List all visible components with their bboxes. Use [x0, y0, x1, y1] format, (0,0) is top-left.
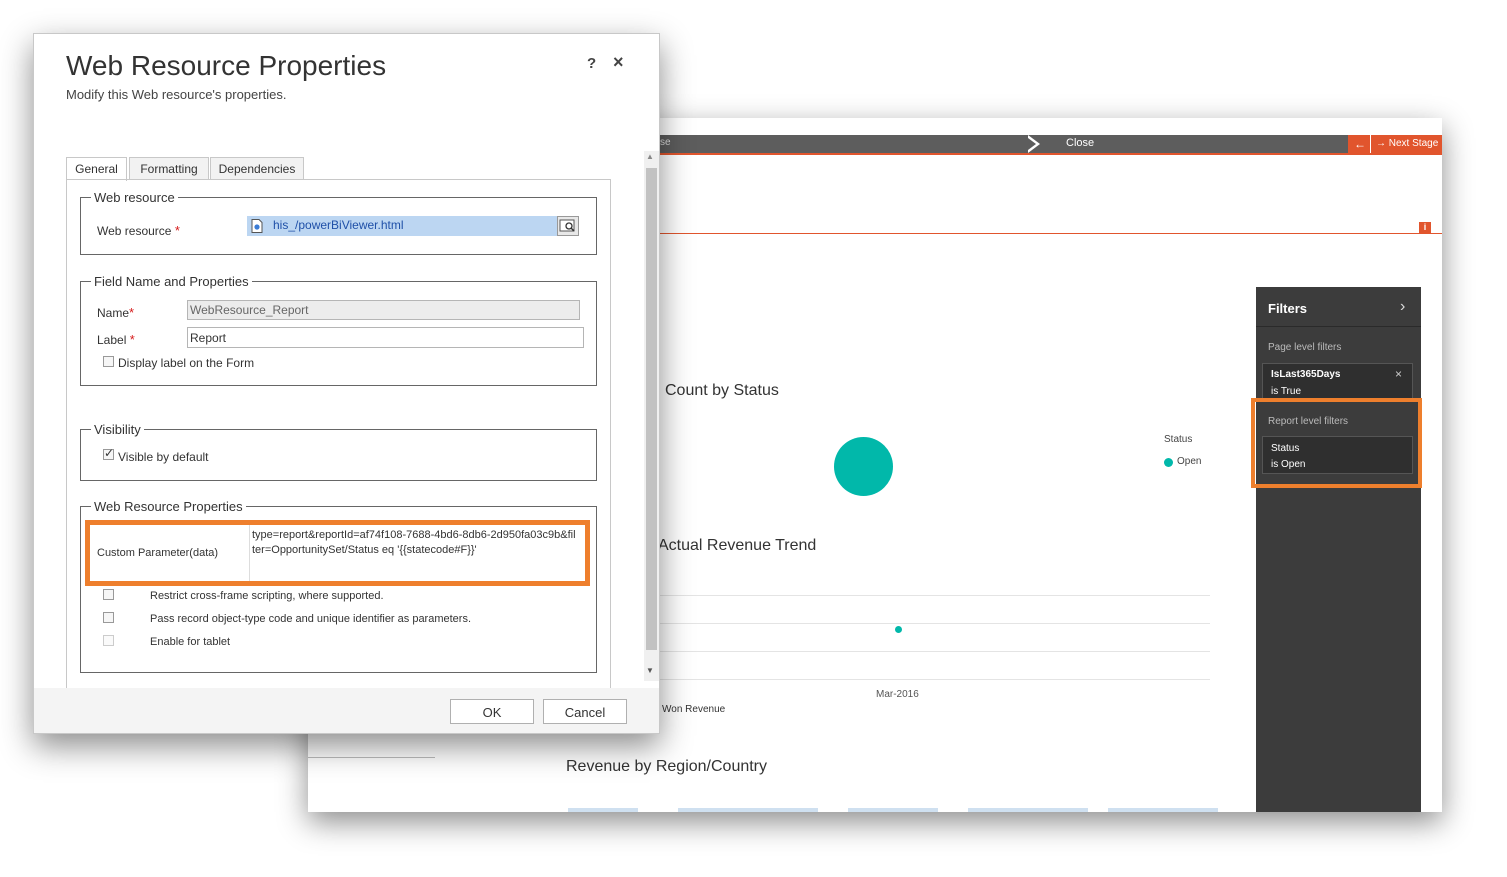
section-legend: Web resource — [91, 190, 178, 205]
dialog-subtitle: Modify this Web resource's properties. — [66, 87, 287, 102]
trend-data-point[interactable] — [895, 626, 902, 633]
field-divider — [249, 525, 250, 581]
map-fragment — [848, 808, 938, 812]
filters-pane: Filters › Page level filters IsLast365Da… — [1256, 287, 1421, 812]
tab-general[interactable]: General — [66, 157, 127, 181]
scrollbar-thumb[interactable] — [646, 168, 657, 650]
legend-item-open: Open — [1177, 456, 1202, 467]
web-resource-value-link[interactable]: his_/powerBiViewer.html — [273, 218, 404, 232]
left-divider — [308, 757, 435, 758]
help-icon[interactable]: ? — [587, 55, 596, 72]
required-marker: * — [129, 305, 135, 320]
section-legend: Web Resource Properties — [91, 499, 246, 514]
scroll-up-icon[interactable]: ▲ — [646, 152, 654, 161]
visible-by-default-text: Visible by default — [118, 450, 209, 464]
section-divider — [658, 233, 1442, 234]
lookup-search-icon[interactable] — [557, 216, 579, 236]
tab-formatting[interactable]: Formatting — [129, 157, 209, 179]
report-filters-highlight — [1251, 398, 1422, 488]
display-label-checkbox[interactable] — [103, 356, 114, 367]
section-legend: Visibility — [91, 422, 144, 437]
stage-chevron-inner-icon — [1024, 135, 1036, 153]
chart-gridline — [660, 595, 1210, 596]
next-stage-button[interactable]: → Next Stage — [1376, 138, 1438, 149]
label-field[interactable] — [187, 327, 584, 348]
pass-record-params-checkbox[interactable] — [103, 612, 114, 623]
pass-record-params-text: Pass record object-type code and unique … — [150, 613, 472, 625]
web-resource-label: Web resource * — [97, 223, 180, 238]
stage-previous-label: se — [660, 137, 671, 148]
section-legend: Field Name and Properties — [91, 274, 252, 289]
chart-title-actual-revenue-trend: Actual Revenue Trend — [658, 537, 817, 554]
filter-card-islast365days[interactable]: IsLast365Days is True × — [1262, 363, 1413, 401]
tab-dependencies[interactable]: Dependencies — [210, 157, 304, 179]
custom-parameter-label: Custom Parameter(data) — [97, 547, 219, 559]
chart-gridline — [660, 679, 1210, 680]
filter-card-title: IsLast365Days — [1271, 369, 1341, 380]
restrict-cross-frame-checkbox[interactable] — [103, 589, 114, 600]
label-label: Label * — [97, 332, 135, 347]
map-fragment — [1108, 808, 1218, 812]
map-fragment — [678, 808, 818, 812]
previous-stage-button[interactable]: ← — [1354, 137, 1366, 151]
required-marker: * — [174, 223, 180, 238]
close-icon[interactable]: × — [1395, 367, 1402, 381]
dialog-title: Web Resource Properties — [66, 50, 387, 81]
enable-for-tablet-text: Enable for tablet — [150, 636, 231, 648]
page-level-filters-label: Page level filters — [1268, 342, 1342, 353]
chart-gridline — [660, 623, 1210, 624]
stage-close[interactable]: Close — [1066, 137, 1094, 149]
web-resource-properties-dialog: Web Resource Properties Modify this Web … — [33, 33, 660, 734]
enable-for-tablet-checkbox[interactable] — [103, 635, 114, 646]
legend-marker — [1164, 458, 1173, 467]
filters-title: Filters — [1268, 301, 1308, 316]
info-icon[interactable]: i — [1419, 222, 1431, 233]
map-fragment — [968, 808, 1088, 812]
filter-card-condition: is True — [1271, 386, 1302, 397]
name-label: Name* — [97, 305, 135, 320]
visible-by-default-checkbox[interactable] — [103, 446, 114, 460]
scroll-down-icon[interactable]: ▼ — [646, 666, 654, 675]
series-legend-label: Won Revenue — [662, 704, 726, 715]
stage-nav-divider — [1370, 135, 1371, 155]
chart-gridline — [660, 651, 1210, 652]
chart-title-count-by-status: Count by Status — [665, 382, 779, 399]
ok-button[interactable]: OK — [450, 699, 534, 724]
cancel-button[interactable]: Cancel — [543, 699, 627, 724]
required-marker: * — [129, 332, 135, 347]
custom-parameter-field[interactable]: type=report&reportId=af74f108-7688-4bd6-… — [252, 528, 577, 558]
map-fragment — [568, 808, 638, 812]
file-icon — [251, 219, 263, 233]
name-field[interactable] — [187, 300, 580, 320]
chart-title-revenue-by-region: Revenue by Region/Country — [566, 758, 768, 775]
restrict-cross-frame-text: Restrict cross-frame scripting, where su… — [150, 590, 384, 602]
display-label-text: Display label on the Form — [118, 356, 255, 370]
filters-divider — [1256, 326, 1421, 327]
status-pie-chart[interactable] — [834, 437, 893, 496]
close-icon[interactable]: × — [613, 52, 624, 73]
stage-navigation: ← → Next Stage — [1348, 135, 1442, 155]
legend-title: Status — [1164, 434, 1193, 445]
x-axis-tick: Mar-2016 — [876, 689, 919, 700]
chevron-right-icon[interactable]: › — [1400, 298, 1405, 316]
